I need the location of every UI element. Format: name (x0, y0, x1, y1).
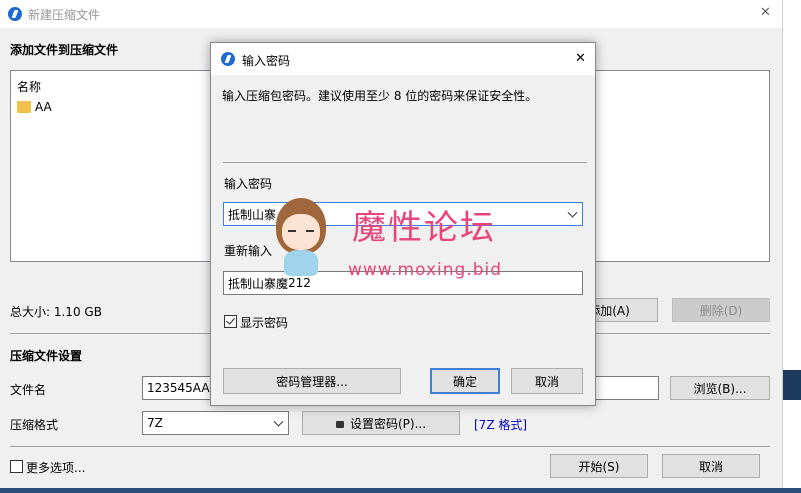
filename-label: 文件名 (10, 383, 47, 397)
add-files-heading: 添加文件到压缩文件 (10, 43, 119, 57)
dialog-cancel-button[interactable]: 取消 (511, 368, 583, 394)
format-select[interactable]: 7Z (142, 411, 289, 435)
chevron-down-icon (567, 207, 578, 218)
app-logo-icon (221, 52, 235, 66)
chevron-down-icon (273, 416, 284, 427)
main-title-bar: 新建压缩文件 ✕ (0, 0, 782, 28)
watermark-url: www.moxing.bid (348, 260, 503, 280)
set-password-label: 设置密码(P)... (349, 416, 427, 431)
list-item[interactable]: AA (17, 99, 137, 117)
watermark-title: 魔性论坛 (352, 208, 496, 248)
password-label: 输入密码 (224, 177, 273, 191)
dialog-title: 输入密码 (242, 54, 291, 68)
cancel-button[interactable]: 取消 (662, 454, 760, 478)
format-link[interactable]: [7Z 格式] (474, 416, 527, 433)
lock-icon (335, 420, 344, 428)
folder-icon (17, 101, 31, 113)
column-header-name[interactable]: 名称 (17, 78, 41, 95)
format-label: 压缩格式 (10, 418, 59, 432)
background-window-edge (782, 0, 801, 493)
dialog-title-bar: 输入密码 ✕ (211, 43, 595, 75)
ok-button[interactable]: 确定 (430, 368, 500, 394)
format-select-value: 7Z (147, 416, 163, 430)
start-button[interactable]: 开始(S) (550, 454, 648, 478)
divider (10, 446, 770, 447)
divider (223, 162, 587, 163)
total-size: 总大小: 1.10 GB (10, 305, 102, 319)
show-password-label[interactable]: 显示密码 (240, 314, 288, 331)
close-icon[interactable]: ✕ (575, 51, 586, 66)
app-logo-icon (8, 7, 22, 21)
more-options-label[interactable]: 更多选项... (26, 459, 85, 476)
taskbar-strip (0, 488, 801, 493)
set-password-button[interactable]: 设置密码(P)... (302, 411, 460, 435)
show-password-checkbox[interactable] (224, 315, 237, 328)
main-window-title: 新建压缩文件 (28, 8, 101, 22)
password-manager-button[interactable]: 密码管理器... (223, 368, 401, 394)
delete-button[interactable]: 删除(D) (672, 298, 770, 322)
background-window-titlebar (783, 370, 801, 400)
mascot-icon (268, 198, 334, 280)
reenter-label: 重新输入 (224, 244, 273, 258)
browse-button[interactable]: 浏览(B)... (670, 376, 770, 400)
settings-heading: 压缩文件设置 (10, 349, 83, 363)
list-item-label: AA (35, 100, 52, 114)
dialog-description: 输入压缩包密码。建议使用至少 8 位的密码来保证安全性。 (222, 89, 538, 103)
close-icon[interactable]: ✕ (760, 5, 771, 20)
more-options-checkbox[interactable] (10, 460, 23, 473)
watermark: 魔性论坛 www.moxing.bid (268, 192, 538, 288)
